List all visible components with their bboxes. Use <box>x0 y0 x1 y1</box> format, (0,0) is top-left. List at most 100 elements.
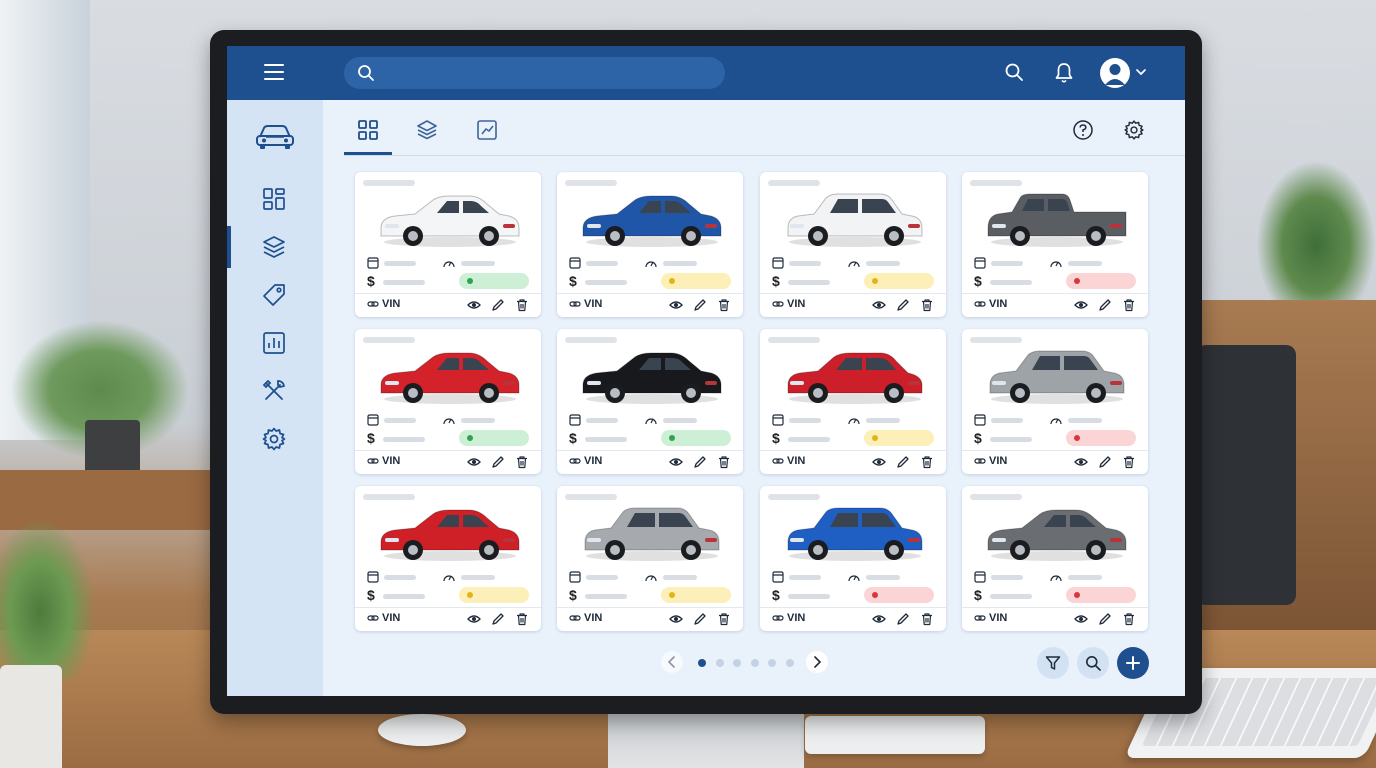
view-button[interactable] <box>1074 298 1088 312</box>
card-divider <box>557 293 743 294</box>
delete-button[interactable] <box>717 298 731 312</box>
vehicle-card[interactable]: $ VIN <box>962 486 1148 631</box>
gear-icon[interactable] <box>1123 119 1145 141</box>
vin-link[interactable]: VIN <box>367 612 400 624</box>
search-bar[interactable] <box>344 57 725 89</box>
calendar-icon <box>974 257 986 269</box>
vin-link[interactable]: VIN <box>974 298 1007 310</box>
delete-button[interactable] <box>515 298 529 312</box>
search-fab-button[interactable] <box>1077 647 1109 679</box>
vin-link[interactable]: VIN <box>569 612 602 624</box>
delete-button[interactable] <box>1122 612 1136 626</box>
edit-button[interactable] <box>896 612 910 626</box>
sidebar-item-pricing[interactable] <box>261 282 287 308</box>
delete-button[interactable] <box>1122 455 1136 469</box>
sidebar-item-dashboard[interactable] <box>261 186 287 212</box>
tab-grid-view[interactable] <box>356 118 380 142</box>
delete-button[interactable] <box>1122 298 1136 312</box>
add-vehicle-button[interactable] <box>1117 647 1149 679</box>
page-dot[interactable] <box>698 659 706 667</box>
page-dot[interactable] <box>750 659 759 667</box>
edit-button[interactable] <box>1098 455 1112 469</box>
vin-link[interactable]: VIN <box>569 455 602 467</box>
tab-analytics-view[interactable] <box>475 118 499 142</box>
menu-icon[interactable] <box>264 64 284 80</box>
vehicle-card[interactable]: $ VIN <box>557 172 743 317</box>
vehicle-card[interactable]: $ VIN <box>557 329 743 474</box>
view-button[interactable] <box>669 455 683 469</box>
view-button[interactable] <box>872 298 886 312</box>
page-dot[interactable] <box>715 659 724 667</box>
help-icon[interactable] <box>1072 119 1094 141</box>
vin-link[interactable]: VIN <box>772 612 805 624</box>
sidebar-item-inventory[interactable] <box>261 234 287 260</box>
edit-button[interactable] <box>896 298 910 312</box>
vehicle-card[interactable]: $ VIN <box>962 172 1148 317</box>
page-dot[interactable] <box>785 659 794 667</box>
vehicle-card[interactable]: $ VIN <box>760 172 946 317</box>
edit-button[interactable] <box>896 455 910 469</box>
vin-link[interactable]: VIN <box>367 455 400 467</box>
vehicle-card[interactable]: $ VIN <box>355 486 541 631</box>
next-page-button[interactable] <box>806 651 828 673</box>
page-dot[interactable] <box>768 659 776 667</box>
delete-button[interactable] <box>920 298 934 312</box>
vin-link[interactable]: VIN <box>772 455 805 467</box>
car-logo-icon[interactable] <box>254 120 296 150</box>
delete-button[interactable] <box>920 455 934 469</box>
filter-button[interactable] <box>1037 647 1069 679</box>
vin-label: VIN <box>584 455 603 467</box>
view-button[interactable] <box>669 612 683 626</box>
search-icon[interactable] <box>1004 62 1024 82</box>
card-meta-row <box>772 414 900 426</box>
view-button[interactable] <box>467 455 481 469</box>
delete-button[interactable] <box>920 612 934 626</box>
view-button[interactable] <box>1074 612 1088 626</box>
vin-link[interactable]: VIN <box>974 455 1007 467</box>
edit-button[interactable] <box>491 612 505 626</box>
edit-button[interactable] <box>1098 298 1112 312</box>
vehicle-card[interactable]: $ VIN <box>962 329 1148 474</box>
chevron-down-icon[interactable] <box>1135 66 1147 78</box>
view-button[interactable] <box>1074 455 1088 469</box>
edit-button[interactable] <box>491 298 505 312</box>
link-icon <box>772 301 784 307</box>
edit-button[interactable] <box>693 612 707 626</box>
vehicle-card[interactable]: $ VIN <box>760 329 946 474</box>
vehicle-image <box>780 498 930 569</box>
edit-button[interactable] <box>491 455 505 469</box>
bell-icon[interactable] <box>1054 62 1074 84</box>
sidebar-item-reports[interactable] <box>261 330 287 356</box>
view-button[interactable] <box>872 612 886 626</box>
page-dot[interactable] <box>733 659 741 667</box>
search-input[interactable] <box>384 63 714 83</box>
user-avatar[interactable] <box>1100 58 1130 88</box>
view-button[interactable] <box>872 455 886 469</box>
edit-button[interactable] <box>1098 612 1112 626</box>
vin-link[interactable]: VIN <box>772 298 805 310</box>
view-button[interactable] <box>467 612 481 626</box>
tab-layers-view[interactable] <box>415 118 439 142</box>
delete-button[interactable] <box>515 612 529 626</box>
delete-button[interactable] <box>515 455 529 469</box>
view-button[interactable] <box>467 298 481 312</box>
prev-page-button[interactable] <box>661 651 683 673</box>
view-button[interactable] <box>669 298 683 312</box>
link-icon <box>974 301 986 307</box>
vehicle-card[interactable]: $ VIN <box>355 329 541 474</box>
vin-label: VIN <box>382 298 401 310</box>
eye-icon <box>467 615 481 623</box>
vin-link[interactable]: VIN <box>569 298 602 310</box>
delete-button[interactable] <box>717 455 731 469</box>
delete-button[interactable] <box>717 612 731 626</box>
edit-button[interactable] <box>693 455 707 469</box>
sidebar-item-settings[interactable] <box>261 426 287 452</box>
vin-link[interactable]: VIN <box>974 612 1007 624</box>
vehicle-card[interactable]: $ VIN <box>760 486 946 631</box>
vehicle-card[interactable]: $ VIN <box>355 172 541 317</box>
edit-button[interactable] <box>693 298 707 312</box>
vin-link[interactable]: VIN <box>367 298 400 310</box>
sidebar-item-service[interactable] <box>261 378 287 404</box>
vehicle-card[interactable]: $ VIN <box>557 486 743 631</box>
price-placeholder <box>585 280 627 285</box>
